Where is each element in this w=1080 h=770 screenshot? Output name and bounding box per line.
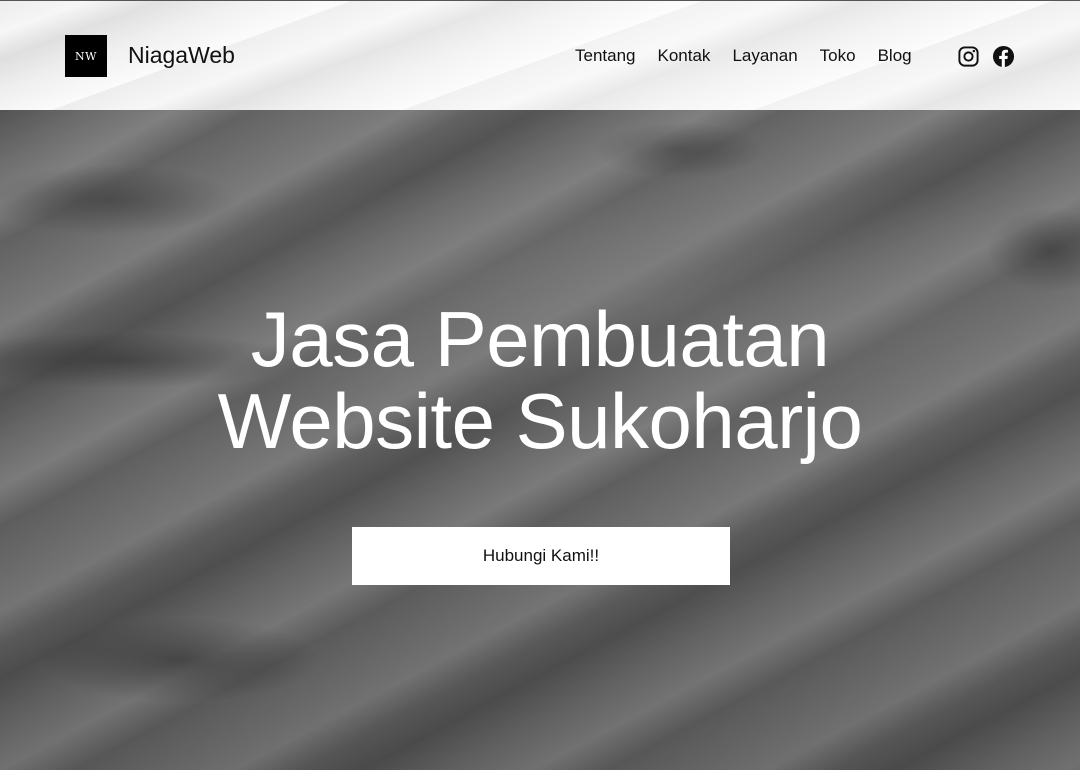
site-logo-text: NW xyxy=(75,49,97,63)
main-navigation: Tentang Kontak Layanan Toko Blog xyxy=(575,45,912,67)
nav-item-kontak[interactable]: Kontak xyxy=(658,45,711,67)
page: NW NiagaWeb Tentang Kontak Layanan Toko … xyxy=(0,0,1080,770)
hero-title-line-1: Jasa Pembuatan xyxy=(250,295,830,383)
hero-title: Jasa Pembuatan Website Sukoharjo xyxy=(0,298,1080,462)
facebook-link[interactable] xyxy=(992,45,1015,68)
contact-us-button[interactable]: Hubungi Kami!! xyxy=(352,527,730,585)
nav-item-blog[interactable]: Blog xyxy=(878,45,912,67)
site-title[interactable]: NiagaWeb xyxy=(128,41,235,69)
site-header: NW NiagaWeb Tentang Kontak Layanan Toko … xyxy=(0,0,1080,110)
instagram-icon xyxy=(958,46,979,67)
nav-item-toko[interactable]: Toko xyxy=(820,45,856,67)
nav-item-layanan[interactable]: Layanan xyxy=(732,45,797,67)
hero-title-line-2: Website Sukoharjo xyxy=(217,377,863,465)
nav-item-tentang[interactable]: Tentang xyxy=(575,45,636,67)
instagram-link[interactable] xyxy=(957,45,980,68)
site-logo[interactable]: NW xyxy=(65,35,107,77)
social-links xyxy=(957,45,1015,68)
facebook-icon xyxy=(992,45,1015,68)
